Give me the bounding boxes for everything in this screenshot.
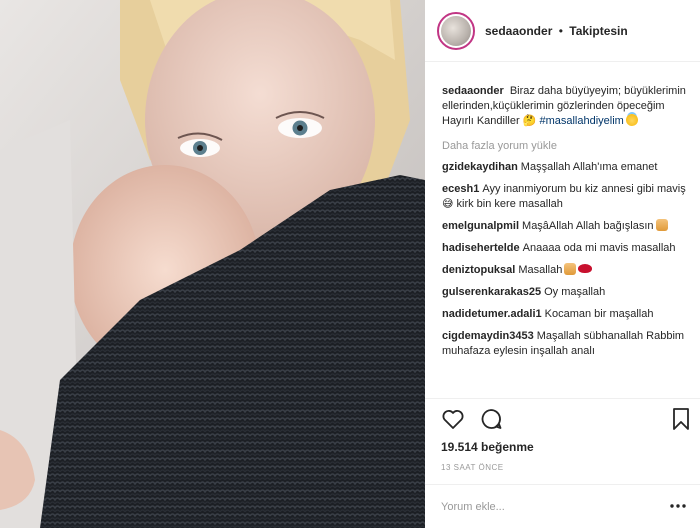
post-sidebar: sedaaonder • Takiptesin sedaaonder Biraz… — [425, 0, 700, 528]
comment-text: MaşâAllah Allah bağışlasın — [522, 220, 654, 232]
heart-icon[interactable] — [441, 407, 465, 431]
comment-item: gulserenkarakas25 Oy maşallah — [442, 285, 690, 300]
comment-input[interactable] — [441, 500, 641, 513]
action-bar — [425, 398, 700, 438]
comment-text: Masallah — [518, 264, 563, 276]
comment-item: hadisehertelde Anaaaa oda mi mavis masall… — [442, 241, 690, 256]
lips-emoji-icon — [578, 264, 593, 273]
comments-list[interactable]: sedaaonder Biraz daha büyüyeyim; büyükle… — [425, 62, 700, 398]
comment-icon[interactable] — [479, 407, 503, 431]
comment-username[interactable]: deniztopuksal — [442, 264, 515, 276]
likes-number: 19.514 — [441, 440, 478, 454]
halo-emoji-icon — [625, 114, 638, 126]
comment-text: Oy maşallah — [544, 286, 606, 298]
more-options-icon[interactable] — [670, 503, 686, 509]
comment-item: deniztopuksal Masallah — [442, 263, 690, 278]
likes-label: beğenme — [481, 440, 534, 454]
comment-item: gzidekaydihan Maşşallah Allah'ıma emanet — [442, 160, 690, 175]
caption-username[interactable]: sedaaonder — [442, 85, 504, 97]
comment-username[interactable]: cigdemaydin3453 — [442, 330, 534, 342]
header-separator: • — [558, 23, 563, 38]
add-comment-bar — [425, 484, 700, 528]
comment-username[interactable]: gulserenkarakas25 — [442, 286, 541, 298]
photo-mother-baby — [0, 0, 425, 528]
comment-username[interactable]: gzidekaydihan — [442, 161, 518, 173]
comment-item: ecesh1 Ayy inanmiyorum bu kiz annesi gibi… — [442, 182, 690, 212]
avatar[interactable] — [437, 11, 475, 50]
pray-emoji-icon — [564, 263, 577, 275]
post-timestamp[interactable]: 13 SAAT ÖNCE — [441, 463, 504, 472]
comment-username[interactable]: nadidetumer.adali1 — [442, 308, 542, 320]
caption-hashtag[interactable]: #masallahdiyelim — [539, 115, 623, 127]
follow-status[interactable]: Takiptesin — [569, 24, 627, 38]
bookmark-icon[interactable] — [670, 407, 692, 431]
likes-count[interactable]: 19.514 beğenme — [441, 440, 534, 454]
comment-username[interactable]: emelgunalpmil — [442, 220, 519, 232]
caption: sedaaonder Biraz daha büyüyeyim; büyükle… — [442, 84, 690, 129]
comment-item: emelgunalpmil MaşâAllah Allah bağışlasın — [442, 219, 690, 234]
comment-username[interactable]: ecesh1 — [442, 183, 479, 195]
post-header: sedaaonder • Takiptesin — [425, 0, 700, 62]
load-more-comments[interactable]: Daha fazla yorum yükle — [442, 139, 690, 154]
comment-item: cigdemaydin3453 Maşallah sübhanallah Rabb… — [442, 329, 690, 359]
caption-suffix: 🤔 — [522, 115, 540, 127]
header-username[interactable]: sedaaonder — [485, 24, 552, 38]
post-photo[interactable] — [0, 0, 425, 528]
comment-text: Anaaaa oda mi mavis masallah — [522, 242, 676, 254]
comment-text: Kocaman bir maşallah — [544, 308, 654, 320]
comment-text: Maşşallah Allah'ıma emanet — [520, 161, 658, 173]
header-text: sedaaonder • Takiptesin — [485, 24, 628, 38]
comment-username[interactable]: hadisehertelde — [442, 242, 520, 254]
comment-item: nadidetumer.adali1 Kocaman bir maşallah — [442, 307, 690, 322]
pray-emoji-icon — [655, 219, 668, 231]
